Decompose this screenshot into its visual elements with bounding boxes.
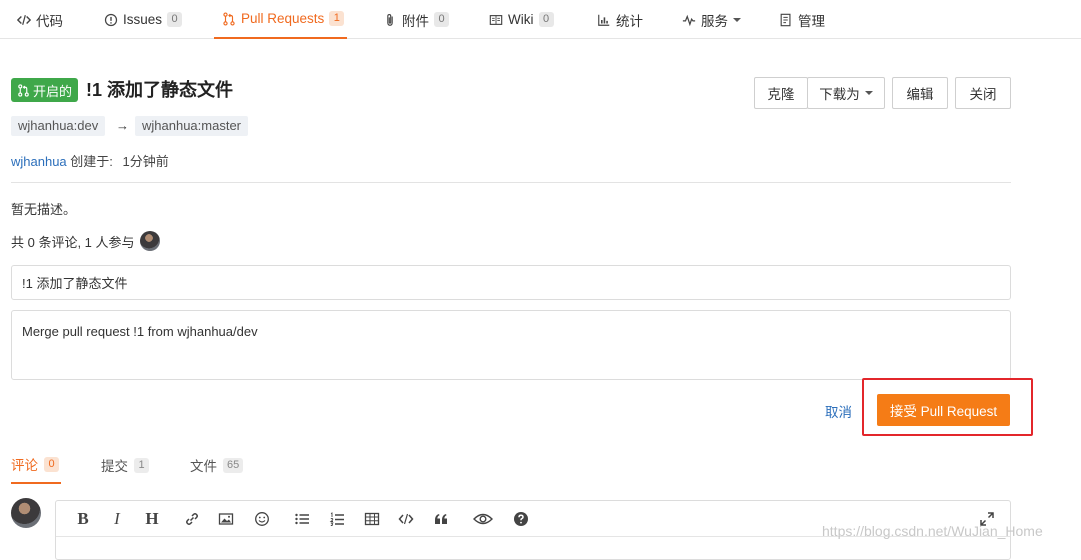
link-icon[interactable] xyxy=(181,509,203,529)
italic-button[interactable]: I xyxy=(106,509,128,529)
pr-stats: 共 0 条评论, 1 人参与 xyxy=(11,231,160,251)
merge-title-input[interactable] xyxy=(11,265,1011,300)
table-icon[interactable] xyxy=(361,509,383,529)
status-badge: 开启的 xyxy=(11,78,79,102)
tab-label: Pull Requests xyxy=(241,11,325,26)
pull-request-icon xyxy=(17,83,30,97)
tab-commits[interactable]: 提交 1 xyxy=(101,446,149,484)
tab-label: 附件 xyxy=(402,13,429,29)
accept-pull-request-button[interactable]: 接受 Pull Request xyxy=(877,394,1010,426)
tab-label: 服务 xyxy=(701,13,728,29)
tab-label: 代码 xyxy=(36,13,63,29)
pr-description: 暂无描述。 xyxy=(11,202,77,217)
created-time: 1分钟前 xyxy=(122,154,169,169)
tab-wiki[interactable]: Wiki 0 xyxy=(489,0,554,39)
issues-count: 0 xyxy=(167,12,183,27)
help-icon[interactable] xyxy=(510,509,532,529)
stats-text: 共 0 条评论, 1 人参与 xyxy=(11,234,135,250)
tab-label: 提交 xyxy=(101,459,128,474)
tab-label: 评论 xyxy=(11,458,38,473)
chevron-down-icon xyxy=(733,17,741,22)
author-link[interactable]: wjhanhua xyxy=(11,154,67,169)
tab-services[interactable]: 服务 xyxy=(682,0,741,39)
issue-icon xyxy=(104,13,118,27)
divider xyxy=(11,182,1011,183)
created-label: 创建于: xyxy=(70,154,113,169)
bold-button[interactable]: B xyxy=(72,509,94,529)
current-user-avatar xyxy=(11,498,41,528)
pr-meta: wjhanhua 创建于: 1分钟前 xyxy=(11,151,169,170)
wiki-count: 0 xyxy=(538,12,554,27)
target-branch-tag[interactable]: wjhanhua:master xyxy=(135,116,248,136)
settings-doc-icon xyxy=(779,13,793,27)
page-title: !1 添加了静态文件 xyxy=(86,80,234,100)
status-label: 开启的 xyxy=(33,83,73,99)
cancel-link[interactable]: 取消 xyxy=(825,401,852,421)
files-count: 65 xyxy=(223,457,244,473)
pull-requests-count: 1 xyxy=(329,11,345,26)
watermark: https://blog.csdn.net/WuJian_Home xyxy=(822,523,1043,539)
tab-attachments[interactable]: 附件 0 xyxy=(383,0,449,39)
tab-label: Wiki xyxy=(508,12,534,27)
preview-eye-icon[interactable] xyxy=(470,509,496,529)
code-icon xyxy=(17,13,31,27)
participant-avatar[interactable] xyxy=(139,231,160,251)
tab-comments[interactable]: 评论 0 xyxy=(11,446,61,484)
tab-issues[interactable]: Issues 0 xyxy=(104,0,183,39)
tab-stats[interactable]: 统计 xyxy=(597,0,643,39)
tab-settings[interactable]: 管理 xyxy=(779,0,825,39)
clone-button[interactable]: 克隆 xyxy=(754,77,808,109)
numbered-list-icon[interactable] xyxy=(326,509,348,529)
bar-chart-icon xyxy=(597,13,611,27)
tab-label: Issues xyxy=(123,12,163,27)
download-button[interactable]: 下载为 xyxy=(807,77,885,109)
bullet-list-icon[interactable] xyxy=(291,509,313,529)
paperclip-icon xyxy=(383,13,397,27)
comments-count: 0 xyxy=(44,456,59,472)
chevron-down-icon xyxy=(864,91,873,95)
source-branch-tag[interactable]: wjhanhua:dev xyxy=(11,116,106,136)
tab-code[interactable]: 代码 xyxy=(17,0,63,39)
close-button[interactable]: 关闭 xyxy=(955,77,1011,109)
repo-nav: 代码 Issues 0 Pull Requests 1 附件 0 Wiki 0 … xyxy=(0,0,1081,39)
tab-label: 文件 xyxy=(190,459,217,474)
attachments-count: 0 xyxy=(434,12,449,27)
tab-pull-requests[interactable]: Pull Requests 1 xyxy=(214,0,347,39)
pull-request-icon xyxy=(222,11,236,26)
edit-button[interactable]: 编辑 xyxy=(892,77,948,109)
heading-button[interactable]: H xyxy=(141,509,163,529)
quote-icon[interactable] xyxy=(430,509,452,529)
book-icon xyxy=(489,13,503,27)
download-label: 下载为 xyxy=(819,87,860,102)
tab-files[interactable]: 文件 65 xyxy=(190,446,244,484)
pulse-icon xyxy=(682,13,696,27)
image-icon[interactable] xyxy=(215,509,237,529)
code-icon[interactable] xyxy=(395,509,417,529)
tab-label: 管理 xyxy=(798,13,825,29)
commits-count: 1 xyxy=(134,457,149,473)
branch-arrow: → xyxy=(116,118,129,133)
emoji-icon[interactable] xyxy=(251,509,273,529)
tab-label: 统计 xyxy=(616,13,643,29)
merge-message-textarea[interactable]: Merge pull request !1 from wjhanhua/dev xyxy=(11,310,1011,380)
